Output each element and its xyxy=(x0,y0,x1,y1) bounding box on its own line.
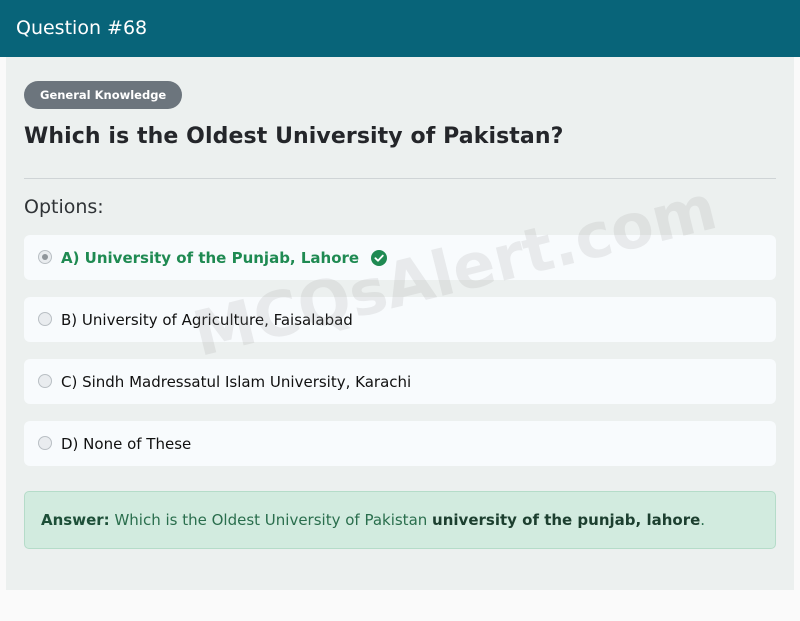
question-title: Which is the Oldest University of Pakist… xyxy=(24,124,564,149)
answer-highlight: university of the punjab, lahore xyxy=(432,511,701,529)
option-b[interactable]: B) University of Agriculture, Faisalabad xyxy=(24,297,776,342)
question-card: Question #68 General Knowledge Which is … xyxy=(0,0,800,590)
option-c[interactable]: C) Sindh Madressatul Islam University, K… xyxy=(24,359,776,404)
question-number: Question #68 xyxy=(16,17,148,39)
radio-button[interactable] xyxy=(38,311,52,326)
option-label: B) University of Agriculture, Faisalabad xyxy=(61,310,353,329)
answer-box: Answer: Which is the Oldest University o… xyxy=(24,491,776,549)
category-badge[interactable]: General Knowledge xyxy=(24,81,183,109)
option-label: A) University of the Punjab, Lahore xyxy=(61,248,360,267)
radio-button[interactable] xyxy=(38,435,52,450)
divider xyxy=(24,178,776,179)
radio-button-selected[interactable] xyxy=(38,249,52,264)
answer-prefix: Answer: xyxy=(41,511,110,529)
card-header: Question #68 xyxy=(0,0,800,57)
radio-button[interactable] xyxy=(38,373,52,388)
option-d[interactable]: D) None of These xyxy=(24,421,776,466)
answer-text: Which is the Oldest University of Pakist… xyxy=(114,511,428,529)
answer-suffix: . xyxy=(700,511,706,529)
option-label: C) Sindh Madressatul Islam University, K… xyxy=(61,372,412,391)
options-label: Options: xyxy=(24,196,104,218)
option-label: D) None of These xyxy=(61,434,192,453)
option-a[interactable]: A) University of the Punjab, Lahore xyxy=(24,235,776,280)
check-circle-icon xyxy=(371,249,388,266)
